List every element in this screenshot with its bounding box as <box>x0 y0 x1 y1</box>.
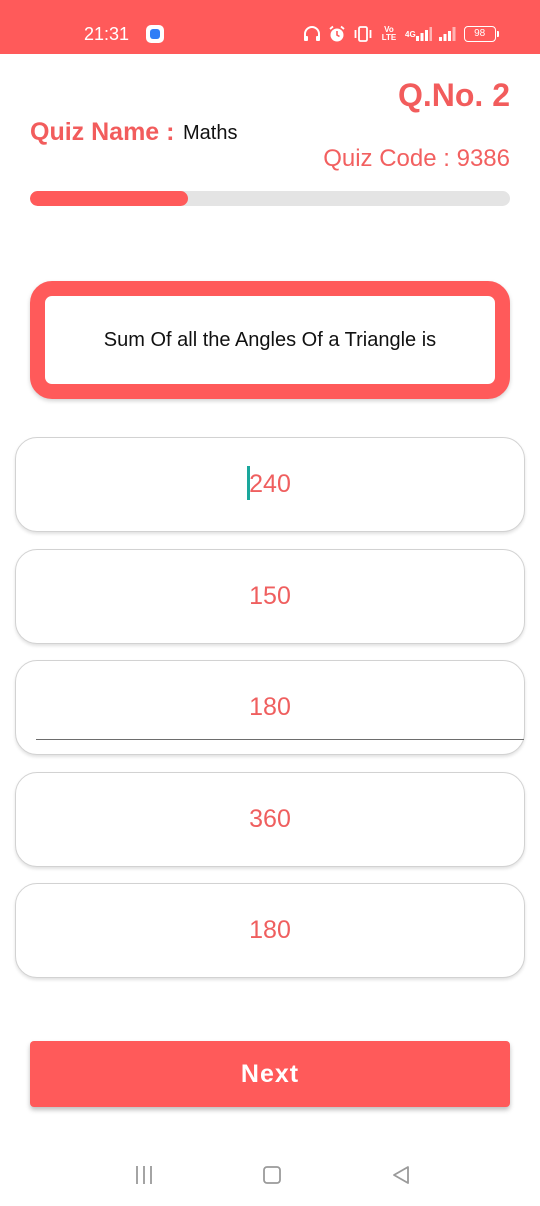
progress-bar <box>30 191 510 206</box>
quiz-code-value: 9386 <box>456 145 510 172</box>
status-bar: 21:31 Vo LTE 4G 98 <box>0 0 540 54</box>
signal-icon: 4G <box>405 27 432 41</box>
alarm-icon <box>328 25 346 43</box>
status-icons: Vo LTE 4G 98 <box>303 22 499 46</box>
option-label: 150 <box>249 582 291 610</box>
quiz-name-label: Quiz Name : <box>30 118 175 146</box>
option-button[interactable]: 150 <box>15 549 525 644</box>
question-text: Sum Of all the Angles Of a Triangle is <box>103 328 437 351</box>
back-icon[interactable] <box>386 1160 416 1190</box>
progress-fill <box>30 191 189 206</box>
option-button[interactable]: 180 <box>15 883 525 978</box>
headphones-icon <box>303 26 321 42</box>
status-time: 21:31 <box>84 24 130 44</box>
app-notification-icon <box>146 25 164 43</box>
input-underline <box>36 738 524 740</box>
system-nav-bar <box>0 1140 540 1206</box>
option-label: 240 <box>247 466 291 500</box>
battery-icon: 98 <box>463 26 499 42</box>
recents-icon[interactable] <box>129 1160 159 1190</box>
volte-icon: Vo LTE <box>381 25 397 42</box>
option-label: 360 <box>249 805 291 833</box>
option-button[interactable]: 240 <box>15 437 525 532</box>
option-label: 180 <box>249 693 291 721</box>
question-card: Sum Of all the Angles Of a Triangle is <box>30 281 510 399</box>
question-number: Q.No. 2 <box>397 77 510 113</box>
quiz-code: Quiz Code : 9386 <box>323 145 510 173</box>
option-button[interactable]: 180 <box>15 660 525 755</box>
option-label-text: 240 <box>249 470 291 498</box>
network-type-label: 4G <box>405 29 416 39</box>
next-button[interactable]: Next <box>30 1041 510 1107</box>
option-button[interactable]: 360 <box>15 772 525 867</box>
vibrate-icon <box>353 26 373 42</box>
signal-icon <box>438 27 457 41</box>
quiz-code-label: Quiz Code : <box>323 145 457 172</box>
home-icon[interactable] <box>257 1160 287 1190</box>
quiz-name-value: Maths <box>183 122 238 144</box>
option-label: 180 <box>249 916 291 944</box>
text-cursor <box>247 466 251 500</box>
